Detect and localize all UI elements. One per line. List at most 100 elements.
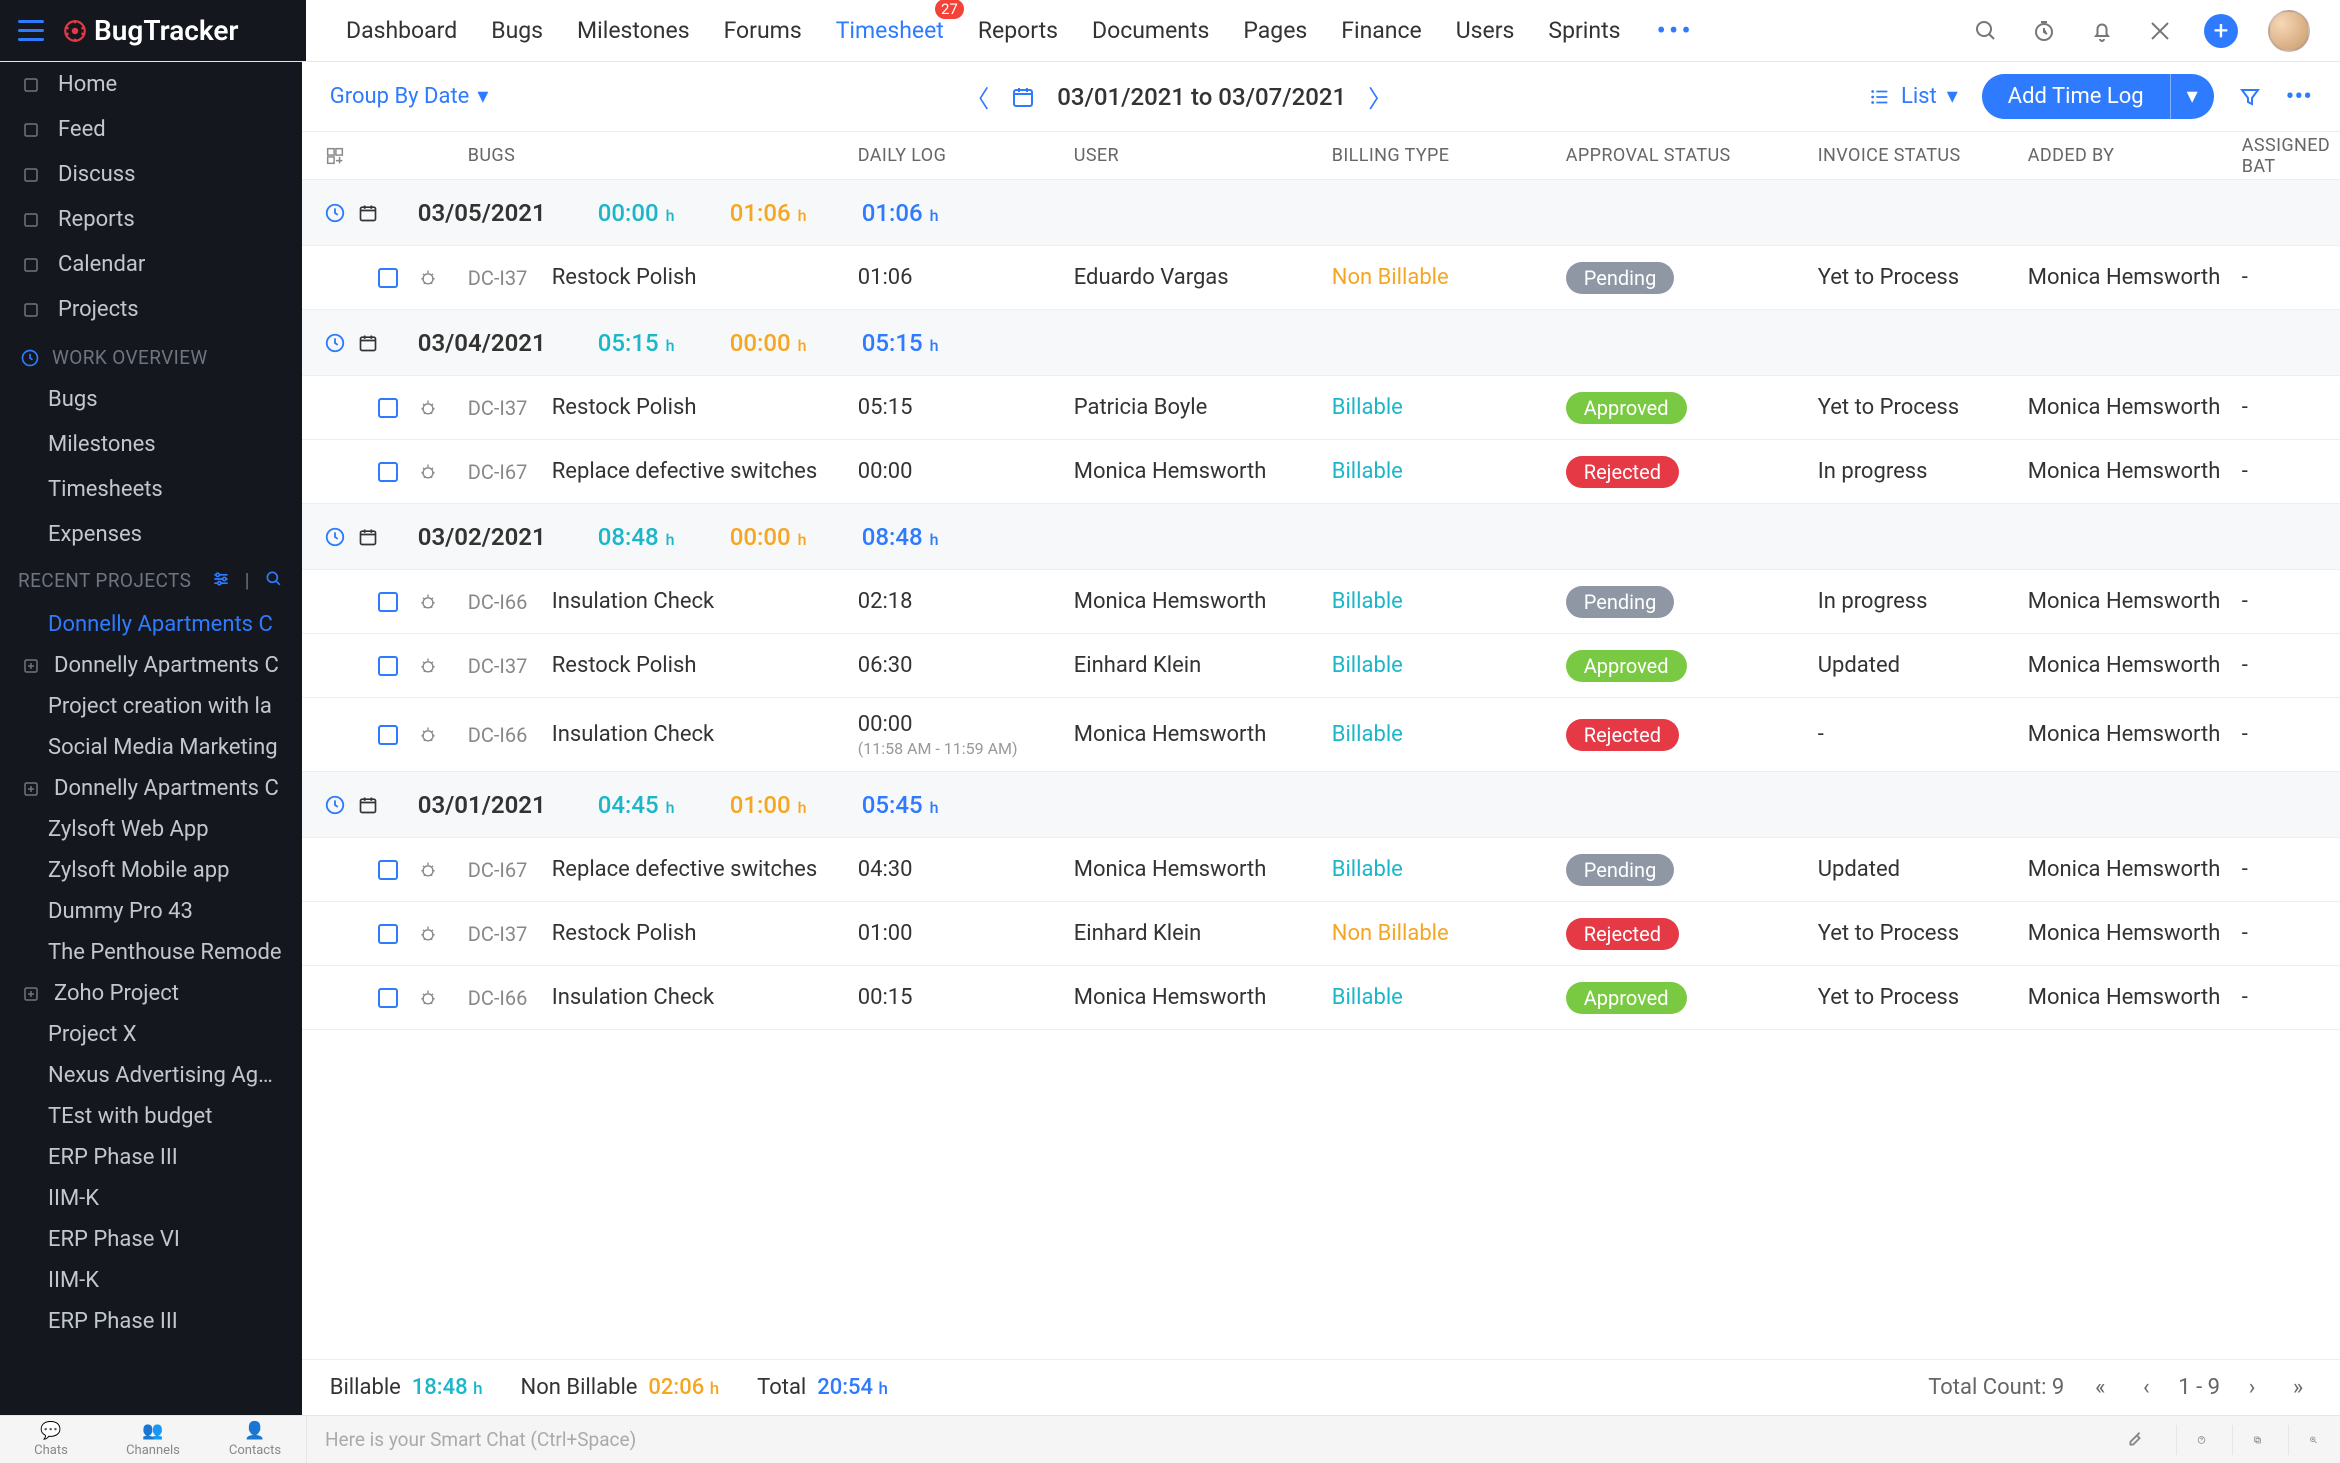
plug-icon[interactable] — [2120, 1425, 2150, 1455]
chatbar-tab-contacts[interactable]: 👤Contacts — [204, 1421, 306, 1458]
row-checkbox[interactable] — [378, 725, 398, 745]
sidebar-project-item[interactable]: TEst with budget — [0, 1096, 302, 1137]
sidebar-project-item[interactable]: IIM-K — [0, 1260, 302, 1301]
sidebar-work-timesheets[interactable]: Timesheets — [0, 467, 302, 512]
table-row[interactable]: DC-I37Restock Polish06:30Einhard KleinBi… — [302, 634, 2340, 698]
sidebar-project-item[interactable]: Dummy Pro 43 — [0, 891, 302, 932]
date-group-row[interactable]: 03/04/202105:15 h00:00 h05:15 h — [302, 310, 2340, 376]
row-checkbox[interactable] — [378, 592, 398, 612]
sidebar-work-expenses[interactable]: Expenses — [0, 512, 302, 557]
sidebar-project-item[interactable]: IIM-K — [0, 1178, 302, 1219]
sidebar-nav-calendar[interactable]: Calendar — [0, 242, 302, 287]
sidebar-project-item[interactable]: Project X — [0, 1014, 302, 1055]
sidebar-nav-projects[interactable]: Projects — [0, 287, 302, 332]
smart-chat-input[interactable]: Here is your Smart Chat (Ctrl+Space) — [306, 1416, 2098, 1463]
date-group-row[interactable]: 03/02/202108:48 h00:00 h08:48 h — [302, 504, 2340, 570]
column-header[interactable]: APPROVAL STATUS — [1566, 145, 1818, 166]
sidebar-nav-discuss[interactable]: Discuss — [0, 152, 302, 197]
table-row[interactable]: DC-I37Restock Polish05:15Patricia BoyleB… — [302, 376, 2340, 440]
topnav-item-timesheet[interactable]: Timesheet27 — [836, 17, 944, 44]
row-checkbox[interactable] — [378, 398, 398, 418]
page-last-icon[interactable]: » — [2284, 1374, 2312, 1402]
timer-icon[interactable] — [2030, 17, 2058, 45]
sidebar-work-milestones[interactable]: Milestones — [0, 422, 302, 467]
topnav-item-forums[interactable]: Forums — [724, 17, 802, 44]
copy-icon[interactable] — [2232, 1425, 2262, 1455]
search-projects-icon[interactable] — [264, 569, 284, 592]
date-group-row[interactable]: 03/05/202100:00 h01:06 h01:06 h — [302, 180, 2340, 246]
column-header[interactable]: DAILY LOG — [858, 145, 1074, 166]
row-checkbox[interactable] — [378, 462, 398, 482]
topnav-item-documents[interactable]: Documents — [1092, 17, 1209, 44]
user-avatar[interactable] — [2268, 10, 2310, 52]
chatbar-tab-chats[interactable]: 💬Chats — [0, 1421, 102, 1458]
topnav-more-icon[interactable]: ••• — [1656, 14, 1693, 47]
view-mode-dropdown[interactable]: List ▾ — [1869, 84, 1958, 109]
date-next-icon[interactable]: 〉 — [1368, 79, 1392, 114]
sidebar-nav-reports[interactable]: Reports — [0, 197, 302, 242]
topnav-item-dashboard[interactable]: Dashboard — [346, 17, 457, 44]
topnav-item-sprints[interactable]: Sprints — [1548, 17, 1620, 44]
sidebar-project-item[interactable]: Donnelly Apartments C — [0, 645, 302, 686]
topnav-item-milestones[interactable]: Milestones — [577, 17, 690, 44]
table-row[interactable]: DC-I66Insulation Check00:15Monica Hemswo… — [302, 966, 2340, 1030]
sidebar-work-bugs[interactable]: Bugs — [0, 377, 302, 422]
page-prev-icon[interactable]: ‹ — [2132, 1374, 2160, 1402]
tools-icon[interactable] — [2146, 17, 2174, 45]
page-next-icon[interactable]: › — [2238, 1374, 2266, 1402]
row-checkbox[interactable] — [378, 656, 398, 676]
column-header[interactable]: ASSIGNED BAT — [2242, 135, 2340, 177]
sidebar-project-item[interactable]: Zylsoft Mobile app — [0, 850, 302, 891]
topnav-item-finance[interactable]: Finance — [1341, 17, 1421, 44]
bell-icon[interactable] — [2088, 17, 2116, 45]
date-group-row[interactable]: 03/01/202104:45 h01:00 h05:45 h — [302, 772, 2340, 838]
sidebar-project-item[interactable]: Zylsoft Web App — [0, 809, 302, 850]
help-icon[interactable] — [2176, 1425, 2206, 1455]
zoom-icon[interactable] — [2288, 1425, 2318, 1455]
column-header[interactable]: USER — [1074, 145, 1332, 166]
table-row[interactable]: DC-I66Insulation Check02:18Monica Hemswo… — [302, 570, 2340, 634]
more-horizontal-icon[interactable]: ••• — [2286, 82, 2312, 112]
add-time-log-button[interactable]: Add Time Log ▾ — [1982, 74, 2214, 119]
table-row[interactable]: DC-I37Restock Polish01:00Einhard KleinNo… — [302, 902, 2340, 966]
filter-icon[interactable] — [2238, 85, 2262, 109]
global-add-button[interactable]: + — [2204, 14, 2238, 48]
topnav-item-pages[interactable]: Pages — [1243, 17, 1307, 44]
table-row[interactable]: DC-I66Insulation Check00:00(11:58 AM - 1… — [302, 698, 2340, 772]
sidebar-nav-home[interactable]: Home — [0, 62, 302, 107]
sidebar-project-item[interactable]: Donnelly Apartments C — [0, 768, 302, 809]
sidebar-project-item[interactable]: Zoho Project — [0, 973, 302, 1014]
sidebar-project-item[interactable]: ERP Phase III — [0, 1301, 302, 1342]
topnav-item-reports[interactable]: Reports — [978, 17, 1058, 44]
date-prev-icon[interactable]: 〈 — [965, 79, 989, 114]
chevron-down-icon[interactable]: ▾ — [2170, 74, 2214, 119]
table-row[interactable]: DC-I37Restock Polish01:06Eduardo VargasN… — [302, 246, 2340, 310]
sidebar-project-item[interactable]: Social Media Marketing — [0, 727, 302, 768]
topnav-item-bugs[interactable]: Bugs — [491, 17, 543, 44]
pin-column-icon[interactable] — [324, 145, 346, 167]
row-checkbox[interactable] — [378, 924, 398, 944]
sidebar-project-item[interactable]: ERP Phase VI — [0, 1219, 302, 1260]
sliders-icon[interactable] — [211, 569, 231, 592]
column-header[interactable]: BUGS — [468, 145, 858, 166]
page-first-icon[interactable]: « — [2086, 1374, 2114, 1402]
table-row[interactable]: DC-I67Replace defective switches04:30Mon… — [302, 838, 2340, 902]
column-header[interactable]: ADDED BY — [2028, 145, 2242, 166]
topnav-item-users[interactable]: Users — [1456, 17, 1515, 44]
sidebar-nav-feed[interactable]: Feed — [0, 107, 302, 152]
row-checkbox[interactable] — [378, 268, 398, 288]
sidebar-project-item[interactable]: Project creation with la — [0, 686, 302, 727]
column-header[interactable]: BILLING TYPE — [1332, 145, 1566, 166]
sidebar-project-item[interactable]: Nexus Advertising Agen — [0, 1055, 302, 1096]
chatbar-tab-channels[interactable]: 👥Channels — [102, 1421, 204, 1458]
sidebar-project-item[interactable]: Donnelly Apartments C — [0, 604, 302, 645]
row-checkbox[interactable] — [378, 860, 398, 880]
calendar-icon[interactable] — [1011, 85, 1035, 109]
row-checkbox[interactable] — [378, 988, 398, 1008]
search-icon[interactable] — [1972, 17, 2000, 45]
sidebar-project-item[interactable]: The Penthouse Remode — [0, 932, 302, 973]
sidebar-project-item[interactable]: ERP Phase III — [0, 1137, 302, 1178]
column-header[interactable]: INVOICE STATUS — [1818, 145, 2028, 166]
hamburger-icon[interactable] — [18, 16, 48, 46]
group-by-dropdown[interactable]: Group By Date ▾ — [330, 84, 489, 109]
